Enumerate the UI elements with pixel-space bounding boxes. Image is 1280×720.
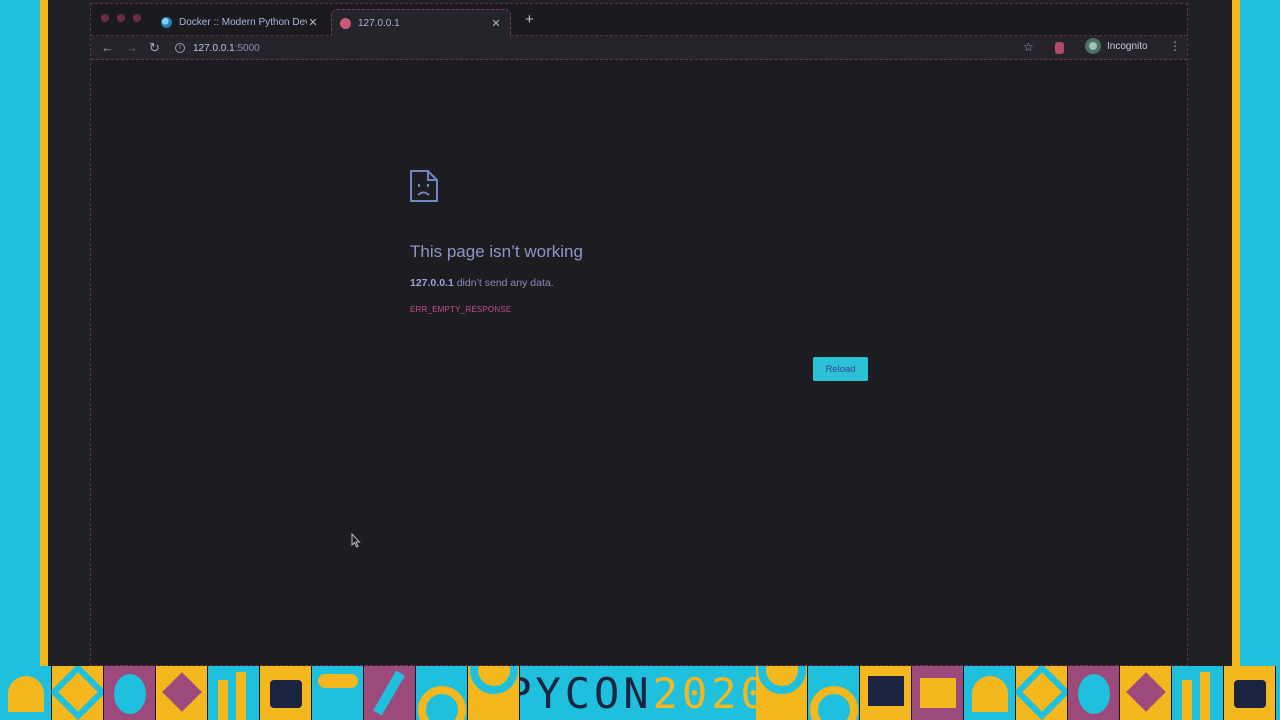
reload-icon[interactable]: ↻ (149, 40, 160, 56)
profile-label: Incognito (1107, 40, 1148, 52)
banner-tile-leaf-2 (1068, 666, 1120, 720)
docker-favicon-icon (161, 17, 172, 28)
error-code: ERR_EMPTY_RESPONSE (410, 305, 512, 314)
banner-tile-terminal (0, 666, 52, 720)
error-description: 127.0.0.1 didn’t send any data. (410, 277, 554, 289)
pycon-banner: PYCON 2020 (0, 666, 1280, 720)
back-arrow-icon[interactable]: ← (101, 40, 114, 55)
banner-tile-arch (416, 666, 468, 720)
banner-tile-leaf (104, 666, 156, 720)
error-message: didn’t send any data. (453, 277, 554, 289)
info-icon[interactable]: i (175, 43, 185, 53)
incognito-avatar-icon (1085, 38, 1101, 54)
globe-favicon-icon (340, 17, 351, 29)
banner-tile-bars-2 (1172, 666, 1224, 720)
banner-tile-grid (860, 666, 912, 720)
error-title: This page isn’t working (410, 242, 583, 261)
banner-tile-check (52, 666, 104, 720)
tab-title: Docker :: Modern Python Develo (179, 17, 307, 28)
brand-year: 2020 (652, 668, 770, 718)
banner-tile-check-2 (1016, 666, 1068, 720)
frame-right-stripe (1232, 0, 1240, 666)
banner-tile-diamond (156, 666, 208, 720)
tab-close-icon[interactable]: ✕ (307, 16, 319, 29)
pycon-2020-logo: PYCON 2020 (506, 666, 766, 720)
tab-close-icon[interactable]: ✕ (490, 17, 502, 30)
banner-tile-arch-4 (808, 666, 860, 720)
extension-icon[interactable] (1055, 42, 1064, 54)
address-bar[interactable]: i 127.0.0.1:5000 (175, 39, 1051, 57)
screen: Docker :: Modern Python Develo ✕ 127.0.0… (48, 0, 1232, 666)
error-host: 127.0.0.1 (410, 277, 454, 289)
window-controls (101, 14, 141, 22)
tab-title: 127.0.0.1 (358, 17, 400, 29)
brand-pycon: PYCON (506, 668, 653, 718)
tab-localhost[interactable]: 127.0.0.1 ✕ (331, 9, 511, 36)
banner-tile-arch-3 (756, 666, 808, 720)
banner-tile-tool (364, 666, 416, 720)
sad-page-icon (410, 170, 438, 202)
incognito-profile[interactable]: Incognito (1085, 38, 1148, 54)
toolbar: ← → ↻ i 127.0.0.1:5000 ☆ Incognito ⋮ (91, 36, 1187, 60)
tab-strip: Docker :: Modern Python Develo ✕ 127.0.0… (91, 4, 1187, 36)
banner-tile-window (912, 666, 964, 720)
frame-left-stripe (40, 0, 48, 666)
minimize-window-dot[interactable] (117, 14, 125, 22)
mouse-cursor-icon (351, 533, 361, 548)
url-port: :5000 (234, 42, 260, 54)
frame-left (0, 0, 48, 666)
banner-tile-robot (260, 666, 312, 720)
banner-tile-arch-2 (468, 666, 520, 720)
maximize-window-dot[interactable] (133, 14, 141, 22)
forward-arrow-icon[interactable]: → (125, 40, 138, 55)
banner-tile-bars (208, 666, 260, 720)
menu-kebab-icon[interactable]: ⋮ (1169, 39, 1181, 53)
banner-tile-terminal-2 (964, 666, 1016, 720)
bookmark-star-icon[interactable]: ☆ (1023, 40, 1034, 54)
browser-window: Docker :: Modern Python Develo ✕ 127.0.0… (90, 3, 1188, 666)
banner-tile-diamond-2 (1120, 666, 1172, 720)
reload-button[interactable]: Reload (813, 357, 868, 381)
url-host: 127.0.0.1 (193, 42, 235, 54)
page-content: This page isn’t working 127.0.0.1 didn’t… (91, 61, 1187, 666)
new-tab-icon[interactable]: + (525, 11, 534, 28)
close-window-dot[interactable] (101, 14, 109, 22)
banner-tile-robot-2 (1224, 666, 1276, 720)
frame-right (1232, 0, 1280, 666)
tab-docker[interactable]: Docker :: Modern Python Develo ✕ (153, 9, 327, 36)
banner-tile-dots (312, 666, 364, 720)
